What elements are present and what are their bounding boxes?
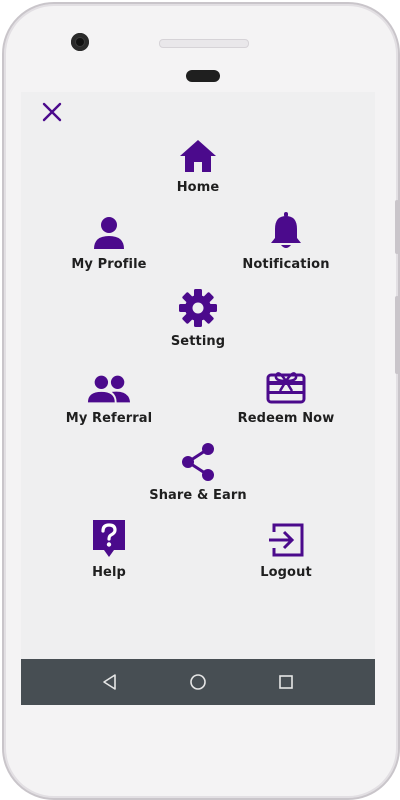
menu-label-setting: Setting: [170, 334, 226, 349]
menu-label-my-profile: My Profile: [71, 257, 147, 272]
power-button: [395, 296, 399, 374]
home-circle-icon[interactable]: [189, 673, 207, 691]
help-icon: [87, 519, 131, 559]
menu-label-logout: Logout: [260, 565, 312, 580]
menu-item-home[interactable]: Home: [128, 134, 268, 195]
menu-screen: Home My Profile Notification Setting My …: [21, 92, 375, 705]
menu-item-help[interactable]: Help: [39, 519, 179, 580]
close-icon[interactable]: [40, 100, 64, 124]
menu-label-share-earn: Share & Earn: [149, 488, 247, 503]
menu-item-logout[interactable]: Logout: [216, 519, 356, 580]
menu-item-redeem-now[interactable]: Redeem Now: [216, 365, 356, 426]
menu-label-home: Home: [176, 180, 220, 195]
home-icon: [176, 134, 220, 174]
gear-icon: [176, 288, 220, 328]
volume-button: [395, 200, 399, 254]
logout-icon: [264, 519, 308, 559]
menu-label-my-referral: My Referral: [65, 411, 153, 426]
menu-item-my-profile[interactable]: My Profile: [39, 211, 179, 272]
front-camera: [71, 33, 89, 51]
menu-item-notification[interactable]: Notification: [216, 211, 356, 272]
menu-label-redeem-now: Redeem Now: [237, 411, 335, 426]
proximity-sensor: [186, 70, 220, 82]
back-triangle-icon[interactable]: [101, 673, 119, 691]
people-icon: [87, 365, 131, 405]
menu-label-help: Help: [92, 565, 126, 580]
menu-item-my-referral[interactable]: My Referral: [39, 365, 179, 426]
recents-square-icon[interactable]: [277, 673, 295, 691]
menu-item-share-earn[interactable]: Share & Earn: [128, 442, 268, 503]
system-navigation-bar: [21, 659, 375, 705]
share-icon: [176, 442, 220, 482]
earpiece-speaker: [159, 39, 249, 48]
person-icon: [87, 211, 131, 251]
menu-item-setting[interactable]: Setting: [128, 288, 268, 349]
menu-label-notification: Notification: [242, 257, 330, 272]
gift-card-icon: [264, 365, 308, 405]
bell-icon: [264, 211, 308, 251]
